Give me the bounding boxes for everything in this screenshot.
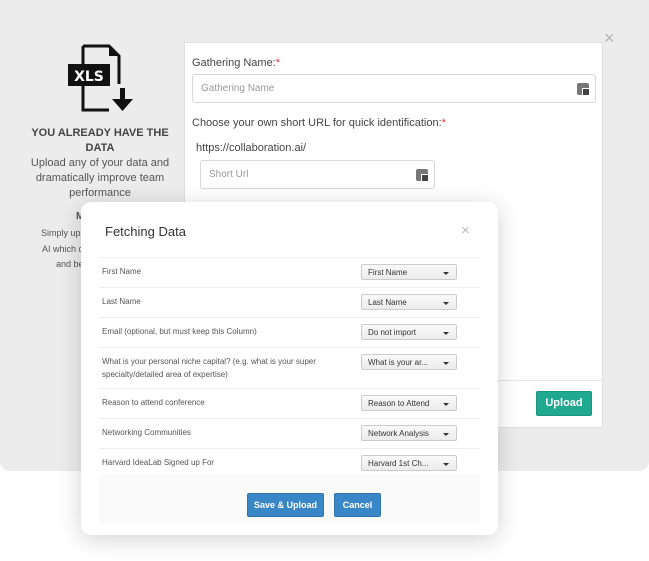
- left-fragment: Simply upl: [41, 228, 83, 238]
- table-row: Last Name Last Name: [99, 288, 480, 318]
- field-label: First Name: [102, 267, 142, 276]
- xls-download-icon: XLS: [65, 44, 135, 116]
- save-upload-button[interactable]: Save & Upload: [247, 493, 324, 517]
- left-fragment: AI which q: [42, 244, 84, 254]
- gathering-name-label: Gathering Name:*: [192, 57, 281, 69]
- field-label: Last Name: [102, 297, 141, 306]
- column-select[interactable]: First Name: [361, 264, 457, 280]
- close-icon[interactable]: ×: [604, 29, 615, 47]
- short-url-label: Choose your own short URL for quick iden…: [192, 117, 446, 129]
- field-label: Reason to attend conference: [102, 398, 205, 407]
- upload-button[interactable]: Upload: [536, 391, 592, 416]
- column-select[interactable]: Last Name: [361, 294, 457, 310]
- url-prefix: https://collaboration.ai/: [196, 142, 307, 154]
- gathering-name-input[interactable]: Gathering Name: [192, 74, 596, 103]
- keyboard-icon: [577, 83, 590, 96]
- cancel-button[interactable]: Cancel: [334, 493, 381, 517]
- left-description: Upload any of your data and dramatically…: [30, 157, 170, 199]
- field-label: Harvard IdeaLab Signed up For: [102, 458, 215, 467]
- column-select[interactable]: Reason to Attend: [361, 395, 457, 411]
- left-panel: XLS YOU ALREADY HAVE THE DATA Upload any…: [20, 44, 180, 201]
- column-select[interactable]: Network Analysis: [361, 425, 457, 441]
- gathering-name-placeholder: Gathering Name: [201, 83, 275, 94]
- modal-footer: Save & Upload Cancel: [99, 474, 480, 524]
- table-row: What is your personal niche capital? (e.…: [99, 348, 480, 389]
- table-row: Email (optional, but must keep this Colu…: [99, 318, 480, 348]
- column-select[interactable]: What is your ar...: [361, 354, 457, 370]
- short-url-placeholder: Short Url: [209, 169, 249, 180]
- table-row: Reason to attend conference Reason to Att…: [99, 389, 480, 419]
- fetching-data-modal: Fetching Data × First Name First Name Las…: [81, 202, 498, 535]
- left-heading: YOU ALREADY HAVE THE DATA: [31, 127, 169, 154]
- column-select[interactable]: Harvard 1st Ch...: [361, 455, 457, 471]
- field-label: Email (optional, but must keep this Colu…: [102, 327, 257, 336]
- table-row: First Name First Name: [99, 258, 480, 288]
- short-url-input[interactable]: Short Url: [200, 160, 435, 189]
- keyboard-icon: [416, 169, 429, 182]
- modal-title: Fetching Data: [105, 224, 186, 239]
- table-row: Networking Communities Network Analysis: [99, 419, 480, 449]
- column-select[interactable]: Do not import: [361, 324, 457, 340]
- modal-close-icon[interactable]: ×: [461, 222, 470, 239]
- xls-label: XLS: [74, 69, 104, 85]
- left-fragment: and be: [56, 259, 84, 269]
- field-label: What is your personal niche capital? (e.…: [102, 357, 316, 379]
- field-label: Networking Communities: [102, 428, 191, 437]
- field-mapping-table: First Name First Name Last Name Last Name …: [99, 257, 480, 479]
